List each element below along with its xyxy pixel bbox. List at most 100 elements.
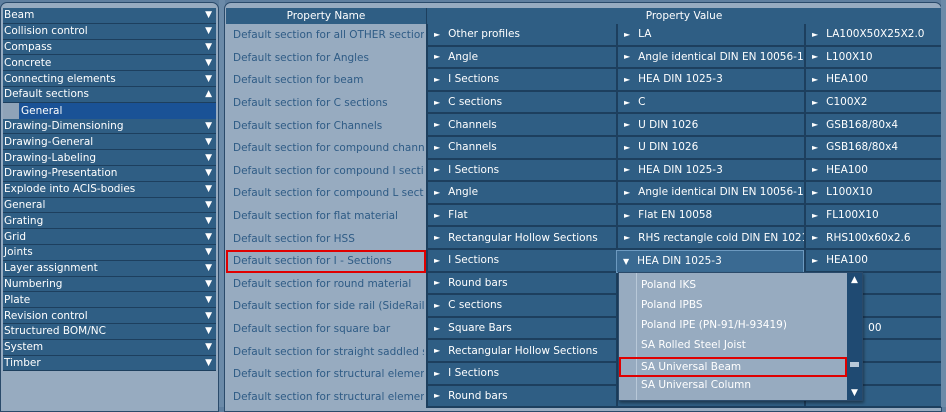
chevron-down-icon[interactable]: ▼	[205, 137, 212, 147]
sidebar-item-grid[interactable]: Grid ▼	[3, 229, 216, 245]
value-cell-c2[interactable]: ► LA	[616, 24, 804, 47]
chevron-down-icon[interactable]: ▼	[205, 263, 212, 273]
expand-right-icon[interactable]: ►	[812, 188, 818, 197]
sidebar-item-drawing-presentation[interactable]: Drawing-Presentation ▼	[3, 165, 216, 182]
sidebar-item-timber[interactable]: Timber ▼	[3, 355, 216, 372]
value-cell-c3[interactable]: ► FL100X10	[804, 204, 941, 228]
expand-right-icon[interactable]: ►	[624, 188, 630, 197]
expand-right-icon[interactable]: ►	[624, 98, 630, 107]
section-dropdown-list[interactable]: Poland IKS Poland IPBS Poland IPE (PN-91/H…	[618, 272, 863, 401]
sidebar-subitem-general[interactable]: General	[3, 102, 216, 119]
expand-right-icon[interactable]: ►	[434, 369, 440, 378]
value-cell-c1[interactable]: ► Square Bars	[426, 317, 616, 341]
sidebar-item-general[interactable]: General ▼	[3, 197, 216, 214]
expand-right-icon[interactable]: ►	[624, 75, 630, 84]
value-cell-c3[interactable]: ► RHS100x60x2.6	[804, 227, 941, 250]
value-cell-c3[interactable]: ► L100X10	[804, 46, 941, 70]
property-name[interactable]: Default section for compound I sections	[226, 160, 426, 183]
property-name[interactable]: Default section for round material	[226, 273, 426, 296]
sidebar-item-drawing-dimensioning[interactable]: Drawing-Dimensioning ▼	[3, 118, 216, 135]
expand-right-icon[interactable]: ►	[812, 30, 818, 39]
property-name[interactable]: Default section for structural element (…	[226, 386, 426, 409]
property-name[interactable]: Default section for C sections	[226, 92, 426, 115]
sidebar-item-system[interactable]: System ▼	[3, 339, 216, 356]
expand-right-icon[interactable]: ►	[434, 324, 440, 333]
value-cell-c2[interactable]: ► U DIN 1026	[616, 114, 804, 137]
value-cell-c3[interactable]: ► C100X2	[804, 91, 941, 115]
value-cell-c3[interactable]: ► L100X10	[804, 182, 941, 205]
property-name[interactable]: Default section for side rail (SideRails…	[226, 295, 426, 318]
dropdown-option[interactable]: Poland IPE (PN-91/H-93419)	[641, 319, 787, 331]
expand-right-icon[interactable]: ►	[434, 211, 440, 220]
value-cell-c3[interactable]: ► GSB168/80x4	[804, 114, 941, 137]
value-cell-c2[interactable]: ► HEA DIN 1025-3	[616, 69, 804, 92]
property-name[interactable]: Default section for square bar	[226, 318, 426, 341]
sidebar-item-drawing-labeling[interactable]: Drawing-Labeling ▼	[3, 150, 216, 166]
property-name[interactable]: Default section for straight saddled sta…	[226, 340, 426, 363]
chevron-up-icon[interactable]: ▲	[205, 89, 212, 99]
chevron-down-icon[interactable]: ▼	[205, 326, 212, 336]
table-row[interactable]: Default section for compound L sections ►…	[226, 182, 941, 205]
property-name[interactable]: Default section for all OTHER sections	[226, 24, 426, 47]
sidebar-item-beam[interactable]: Beam ▼	[3, 8, 216, 24]
chevron-down-icon[interactable]: ▼	[205, 153, 212, 163]
value-cell-c2[interactable]: ► HEA DIN 1025-3	[616, 159, 804, 183]
expand-right-icon[interactable]: ►	[434, 52, 440, 61]
sidebar-item-layer-assignment[interactable]: Layer assignment ▼	[3, 260, 216, 277]
expand-right-icon[interactable]: ►	[812, 211, 818, 220]
value-cell-c1[interactable]: ► I Sections	[426, 249, 616, 273]
property-name[interactable]: Default section for compound channels	[226, 137, 426, 160]
expand-right-icon[interactable]: ►	[624, 233, 630, 242]
sidebar-item-revision-control[interactable]: Revision control ▼	[3, 308, 216, 324]
expand-right-icon[interactable]: ►	[812, 75, 818, 84]
scroll-up-icon[interactable]: ▲	[847, 275, 862, 285]
expand-right-icon[interactable]: ►	[434, 233, 440, 242]
expand-right-icon[interactable]: ►	[434, 30, 440, 39]
expand-right-icon[interactable]: ►	[812, 98, 818, 107]
value-cell-c2[interactable]: ► C	[616, 91, 804, 115]
expand-right-icon[interactable]: ►	[624, 52, 630, 61]
chevron-down-icon[interactable]: ▼	[205, 358, 212, 368]
expand-right-icon[interactable]: ►	[434, 301, 440, 310]
chevron-down-icon[interactable]: ▼	[205, 26, 212, 36]
expand-right-icon[interactable]: ►	[434, 278, 440, 287]
chevron-down-icon[interactable]: ▼	[205, 311, 212, 321]
expand-right-icon[interactable]: ►	[624, 120, 630, 129]
value-cell-c1[interactable]: ► Rectangular Hollow Sections	[426, 340, 616, 363]
expand-right-icon[interactable]: ►	[812, 256, 818, 265]
expand-right-icon[interactable]: ►	[812, 120, 818, 129]
expand-right-icon[interactable]: ►	[624, 165, 630, 174]
dropdown-option[interactable]: Poland IKS	[641, 279, 696, 291]
sidebar-item-structured-bom-nc[interactable]: Structured BOM/NC ▼	[3, 323, 216, 340]
value-cell-c2[interactable]: ► Angle identical DIN EN 10056-1	[616, 46, 804, 70]
expand-right-icon[interactable]: ►	[434, 188, 440, 197]
table-row[interactable]: Default section for HSS ► Rectangular Holl…	[226, 227, 941, 250]
property-name[interactable]: Default section for I - Sections	[226, 249, 426, 273]
expand-right-icon[interactable]: ►	[434, 143, 440, 152]
table-row[interactable]: Default section for beam ► I Sections ► HEA …	[226, 69, 941, 92]
value-cell-c2[interactable]: ► Angle identical DIN EN 10056-1	[616, 182, 804, 205]
sidebar-item-compass[interactable]: Compass ▼	[3, 39, 216, 56]
value-cell-c3[interactable]: ► LA100X50X25X2.0	[804, 24, 941, 47]
property-name[interactable]: Default section for Angles	[226, 47, 426, 70]
chevron-down-icon[interactable]: ▼	[205, 74, 212, 84]
sidebar-item-default-sections[interactable]: Default sections ▲	[3, 86, 216, 103]
sidebar-item-grating[interactable]: Grating ▼	[3, 213, 216, 230]
chevron-down-icon[interactable]: ▼	[205, 279, 212, 289]
property-name[interactable]: Default section for compound L sections	[226, 182, 426, 205]
chevron-down-icon[interactable]: ▼	[205, 295, 212, 305]
property-name[interactable]: Default section for beam	[226, 69, 426, 92]
value-cell-c3[interactable]: ► GSB168/80x4	[804, 136, 941, 160]
scroll-down-icon[interactable]: ▼	[847, 388, 862, 398]
expand-right-icon[interactable]: ►	[434, 391, 440, 400]
value-cell-c1[interactable]: ► Other profiles	[426, 24, 616, 47]
expand-right-icon[interactable]: ►	[434, 346, 440, 355]
expand-right-icon[interactable]: ►	[434, 256, 440, 265]
dropdown-option[interactable]: SA Universal Beam	[619, 357, 847, 377]
chevron-down-icon[interactable]: ▼	[205, 121, 212, 131]
sidebar-item-explode-into-acis-bodies[interactable]: Explode into ACIS-bodies ▼	[3, 181, 216, 198]
expand-down-icon[interactable]: ▼	[623, 257, 629, 266]
dropdown-scrollbar[interactable]: ▲ ▼	[847, 273, 862, 400]
chevron-down-icon[interactable]: ▼	[205, 58, 212, 68]
table-row[interactable]: Default section for compound channels ► Ch…	[226, 136, 941, 160]
